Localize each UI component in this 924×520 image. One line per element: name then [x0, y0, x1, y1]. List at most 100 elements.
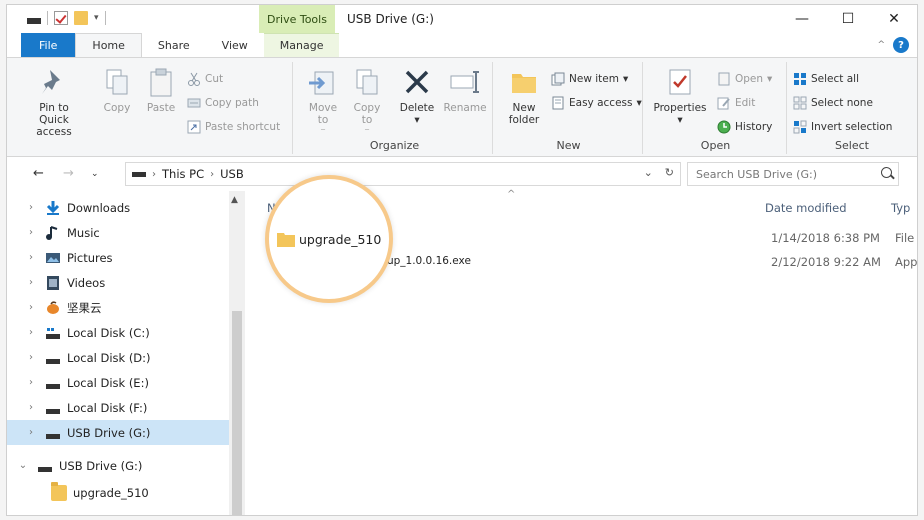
nav-item-local-disk-f[interactable]: › Local Disk (F:) — [7, 395, 229, 420]
scissors-icon — [187, 72, 201, 86]
select-none-button[interactable]: Select none — [793, 96, 873, 110]
paste-shortcut-button[interactable]: Paste shortcut — [187, 120, 280, 134]
tab-share[interactable]: Share — [142, 33, 206, 57]
tab-view[interactable]: View — [206, 33, 264, 57]
nav-item-usb-drive-g-expanded[interactable]: ⌄ USB Drive (G:) — [7, 453, 229, 478]
easy-access-button[interactable]: Easy access ▾ — [551, 96, 642, 110]
address-field[interactable]: › This PC › USB ⌄ ↻ — [125, 162, 681, 186]
nav-item-videos[interactable]: › Videos — [7, 270, 229, 295]
drive-icon — [27, 18, 41, 24]
usb-drive-icon — [45, 425, 61, 441]
forward-arrow-icon[interactable]: → — [63, 166, 74, 181]
expand-chevron-icon[interactable]: › — [23, 427, 39, 438]
breadcrumb-this-pc[interactable]: This PC — [162, 167, 204, 181]
move-to-button[interactable]: Move to ⁻ — [303, 66, 343, 138]
expand-chevron-icon[interactable]: › — [23, 352, 39, 363]
copy-button[interactable]: Copy — [97, 66, 137, 114]
nav-item-usb-drive-g[interactable]: › USB Drive (G:) — [7, 420, 229, 445]
expand-chevron-icon[interactable]: › — [23, 302, 39, 313]
select-all-button[interactable]: Select all — [793, 72, 859, 86]
paste-button[interactable]: Paste — [141, 66, 181, 114]
scroll-up-icon[interactable]: ▲ — [231, 195, 238, 205]
expand-chevron-icon[interactable]: › — [23, 252, 39, 263]
nav-item-local-disk-e[interactable]: › Local Disk (E:) — [7, 370, 229, 395]
drive-icon — [132, 171, 146, 177]
refresh-icon[interactable]: ↻ — [665, 166, 674, 179]
pin-quick-access-button[interactable]: Pin to Quick access — [23, 66, 85, 138]
nav-item-local-disk-d[interactable]: › Local Disk (D:) — [7, 345, 229, 370]
history-button[interactable]: History — [717, 120, 772, 134]
nav-item-local-disk-c[interactable]: › Local Disk (C:) — [7, 320, 229, 345]
nav-item-downloads[interactable]: › Downloads — [7, 195, 229, 220]
navigation-pane: › Downloads › Music › Pictures › Videos … — [7, 191, 245, 515]
edit-button[interactable]: Edit — [717, 96, 755, 110]
copy-path-icon — [187, 96, 201, 110]
open-button[interactable]: Open ▾ — [717, 72, 772, 86]
copy-path-button[interactable]: Copy path — [187, 96, 259, 110]
cut-label: Cut — [205, 73, 224, 85]
disk-icon — [45, 375, 61, 391]
expand-chevron-icon[interactable]: › — [23, 402, 39, 413]
easy-access-label: Easy access — [569, 97, 633, 109]
breadcrumb-usb[interactable]: USB — [220, 167, 244, 181]
expand-chevron-icon[interactable]: › — [23, 327, 39, 338]
collapse-chevron-icon[interactable]: ⌄ — [15, 460, 31, 471]
usb-drive-icon — [37, 458, 53, 474]
tab-file[interactable]: File — [21, 33, 76, 57]
column-header-date-modified[interactable]: Date modified — [765, 201, 847, 215]
new-folder-qat-icon[interactable] — [74, 11, 88, 25]
rename-button[interactable]: Rename — [441, 66, 489, 114]
cut-button[interactable]: Cut — [187, 72, 223, 86]
expand-chevron-icon[interactable]: › — [23, 277, 39, 288]
nav-item-nutstore[interactable]: › 坚果云 — [7, 295, 229, 320]
nav-item-label: Pictures — [67, 250, 113, 265]
sort-ascending-icon: ^ — [507, 189, 516, 200]
organize-group: Move to ⁻ Copy to ⁻ Delete ▾ Rename Orga… — [297, 62, 493, 154]
delete-button[interactable]: Delete ▾ — [397, 66, 437, 126]
help-icon[interactable]: ? — [893, 37, 909, 53]
new-item-button[interactable]: New item ▾ — [551, 72, 628, 86]
file-date: 2/12/2018 9:22 AM — [771, 255, 881, 269]
close-button[interactable]: ✕ — [871, 5, 917, 33]
file-type: App — [895, 255, 918, 269]
nav-item-music[interactable]: › Music — [7, 220, 229, 245]
tab-home[interactable]: Home — [75, 33, 142, 57]
search-input[interactable]: Search USB Drive (G:) — [687, 162, 899, 186]
minimize-button[interactable]: — — [779, 5, 825, 33]
file-type: File — [895, 231, 915, 245]
copy-label: Copy — [103, 102, 131, 114]
new-folder-label: New folder — [508, 102, 540, 126]
invert-selection-button[interactable]: Invert selection — [793, 120, 892, 134]
file-explorer-window: ▾ Drive Tools USB Drive (G:) — ☐ ✕ File … — [6, 4, 918, 516]
expand-chevron-icon[interactable]: › — [23, 377, 39, 388]
properties-qat-icon[interactable] — [54, 11, 68, 25]
maximize-button[interactable]: ☐ — [825, 5, 871, 33]
nav-item-label: Local Disk (E:) — [67, 375, 149, 390]
address-dropdown-icon[interactable]: ⌄ — [644, 166, 653, 179]
customize-qat-icon[interactable]: ▾ — [94, 13, 99, 23]
expand-chevron-icon[interactable]: › — [23, 227, 39, 238]
nav-scrollbar[interactable]: ▲ — [229, 191, 245, 515]
system-disk-icon — [45, 325, 61, 341]
videos-icon — [45, 275, 61, 291]
back-arrow-icon[interactable]: ← — [33, 166, 44, 181]
ribbon: Pin to Quick access Copy Paste Cut Copy … — [7, 57, 917, 157]
nav-item-upgrade-510[interactable]: upgrade_510 — [7, 480, 229, 505]
copy-to-button[interactable]: Copy to ⁻ — [347, 66, 387, 138]
nav-scrollbar-thumb[interactable] — [232, 311, 242, 515]
collapse-ribbon-icon[interactable]: ^ — [877, 40, 885, 50]
tab-manage[interactable]: Manage — [263, 33, 340, 57]
delete-label: Delete — [399, 102, 435, 114]
nav-item-pictures[interactable]: › Pictures — [7, 245, 229, 270]
paste-shortcut-label: Paste shortcut — [205, 121, 281, 133]
search-icon[interactable] — [881, 167, 892, 178]
open-icon — [717, 72, 731, 86]
expand-chevron-icon[interactable]: › — [23, 202, 39, 213]
copy-to-label: Copy to — [353, 102, 381, 126]
pin-icon — [38, 66, 70, 98]
new-folder-button[interactable]: New folder — [501, 66, 547, 126]
column-header-type[interactable]: Typ — [891, 201, 910, 215]
properties-icon — [664, 66, 696, 98]
recent-locations-icon[interactable]: ⌄ — [91, 169, 99, 179]
properties-button[interactable]: Properties ▾ — [651, 66, 709, 126]
